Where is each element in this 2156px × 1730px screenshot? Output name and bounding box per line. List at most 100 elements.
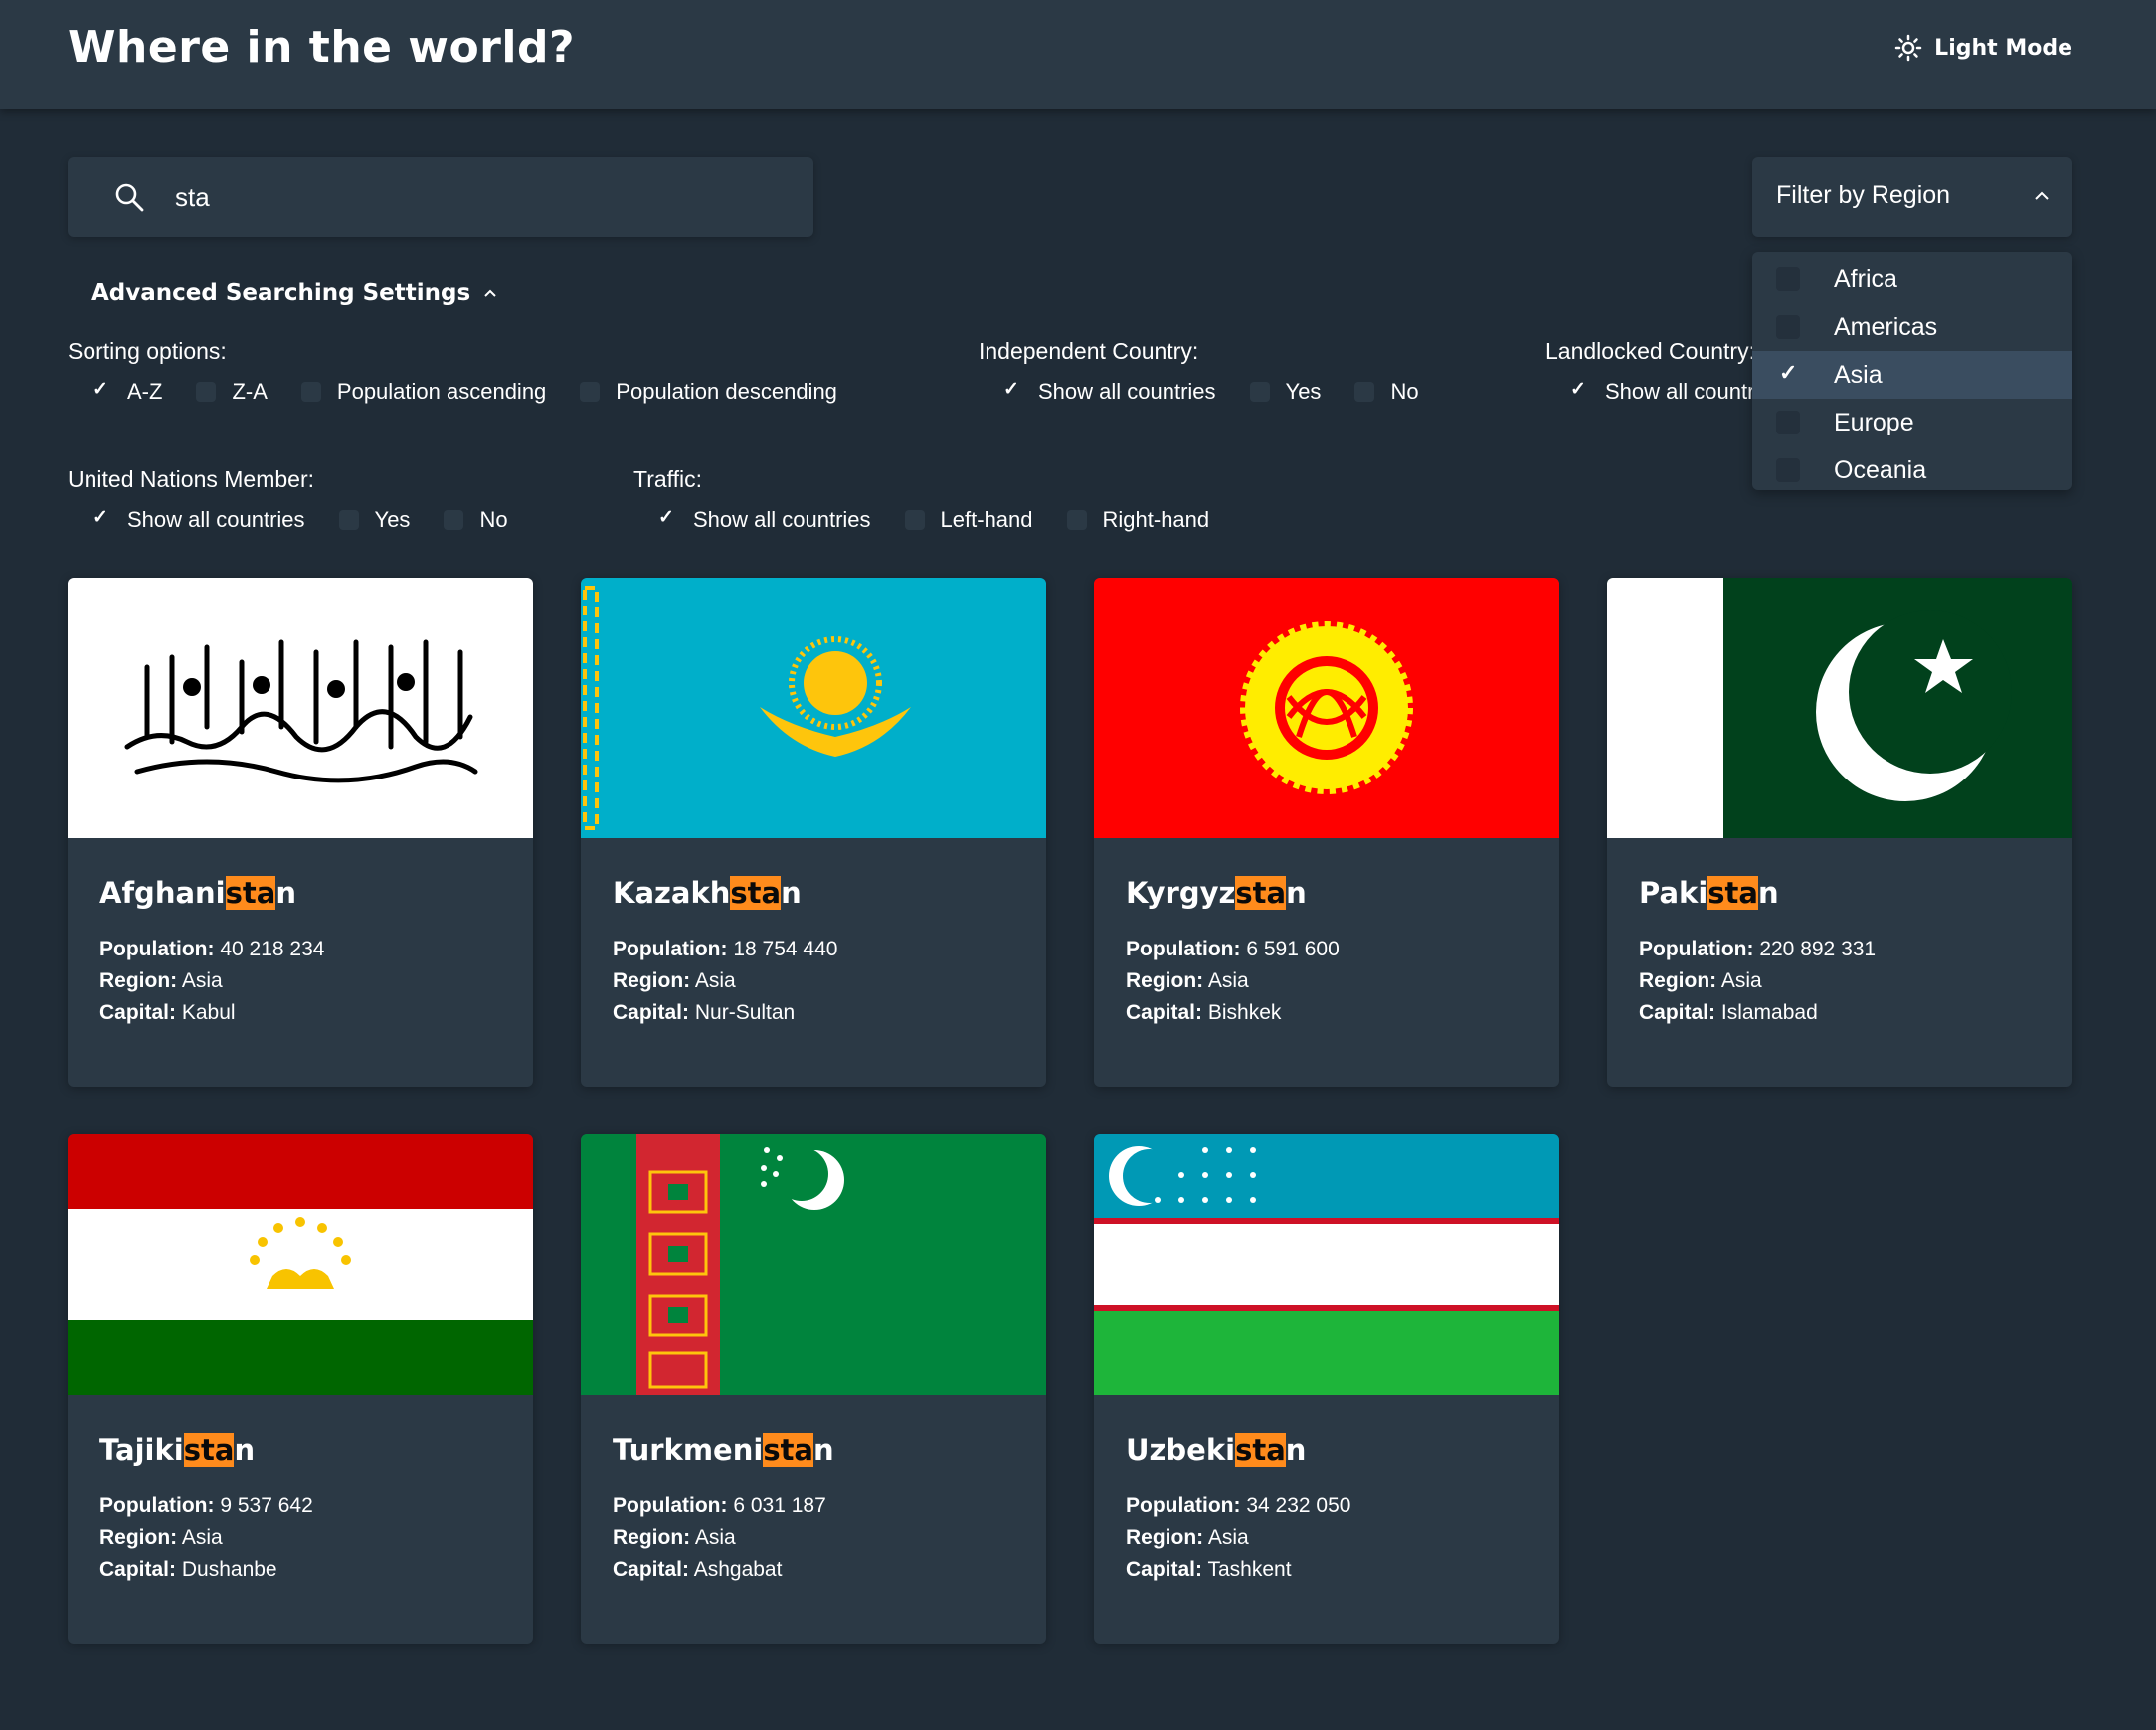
turkmenistan-flag [581, 1134, 1046, 1395]
region-option-africa[interactable]: Africa [1752, 256, 2072, 303]
region-option-label: Africa [1834, 264, 1897, 293]
capital-line: Capital: Islamabad [1639, 1001, 1818, 1024]
option-label: Z-A [232, 379, 268, 404]
check-icon: ✓ [92, 507, 108, 528]
advanced-settings-toggle[interactable]: Advanced Searching Settings [91, 280, 498, 306]
capital-line: Capital: Tashkent [1126, 1558, 1292, 1581]
check-icon: ✓ [1779, 360, 1798, 385]
theme-toggle-label: Light Mode [1934, 35, 2072, 61]
checkbox[interactable]: ✓ [1569, 379, 1589, 402]
independent-option-all[interactable]: ✓ Show all countries [1002, 379, 1216, 405]
region-checkbox[interactable] [1776, 458, 1800, 482]
checkbox[interactable]: ✓ [91, 507, 111, 530]
region-checkbox[interactable] [1776, 411, 1800, 434]
checkbox[interactable] [338, 510, 359, 530]
pakistan-flag [1607, 578, 2072, 838]
region-line: Region: Asia [1126, 969, 1249, 992]
landlocked-option-all[interactable]: ✓ Show all countries [1569, 379, 1752, 405]
option-label: No [479, 507, 508, 532]
sort-option-z-a[interactable]: Z-A [196, 379, 268, 405]
checkbox[interactable] [580, 382, 601, 402]
checkbox[interactable] [444, 510, 464, 530]
option-label: Population ascending [336, 379, 547, 404]
country-card-afghanistan[interactable]: Afghanistan Population: 40 218 234 Regio… [68, 578, 533, 1087]
region-option-label: Europe [1834, 408, 1914, 436]
tajikistan-flag [68, 1134, 533, 1395]
sorting-options-group: Sorting options: ✓ A-Z Z-A Population asc… [68, 338, 871, 405]
region-filter-label: Filter by Region [1776, 181, 1951, 209]
check-icon: ✓ [658, 507, 674, 528]
traffic-option-right[interactable]: Right-hand [1066, 507, 1210, 533]
option-label: Right-hand [1102, 507, 1210, 532]
checkbox[interactable] [300, 382, 321, 402]
country-name: Kazakhstan [613, 876, 802, 910]
independent-option-no[interactable]: No [1354, 379, 1419, 405]
sort-option-a-z[interactable]: ✓ A-Z [91, 379, 162, 405]
search-input[interactable] [175, 173, 772, 221]
traffic-option-left[interactable]: Left-hand [904, 507, 1033, 533]
option-label: Show all countries [127, 507, 305, 532]
country-name: Turkmenistan [613, 1433, 834, 1467]
country-card-kyrgyzstan[interactable]: Kyrgyzstan Population: 6 591 600 Region:… [1094, 578, 1559, 1087]
checkbox[interactable] [1354, 382, 1375, 402]
capital-line: Capital: Nur-Sultan [613, 1001, 796, 1024]
region-filter-select[interactable]: Filter by Region [1752, 157, 2072, 237]
population-line: Population: 220 892 331 [1639, 938, 1877, 960]
population-line: Population: 6 591 600 [1126, 938, 1340, 960]
country-name: Tajikistan [99, 1433, 256, 1467]
checkbox[interactable] [904, 510, 925, 530]
region-dropdown: Africa Americas ✓ Asia Europe Oceania [1752, 252, 2072, 490]
population-line: Population: 9 537 642 [99, 1494, 313, 1517]
un-member-title: United Nations Member: [68, 466, 314, 492]
country-card-turkmenistan[interactable]: Turkmenistan Population: 6 031 187 Regio… [581, 1134, 1046, 1644]
app-header: Where in the world? Light Mode [0, 0, 2156, 109]
chevron-up-icon [2035, 191, 2049, 200]
checkbox[interactable]: ✓ [91, 379, 111, 402]
theme-toggle-button[interactable]: Light Mode [1894, 34, 2072, 62]
region-checkbox[interactable] [1776, 315, 1800, 339]
search-highlight: sta [763, 1433, 814, 1467]
independent-option-yes[interactable]: Yes [1249, 379, 1321, 405]
un-option-yes[interactable]: Yes [338, 507, 410, 533]
country-card-uzbekistan[interactable]: Uzbekistan Population: 34 232 050 Region… [1094, 1134, 1559, 1644]
country-card-kazakhstan[interactable]: Kazakhstan Population: 18 754 440 Region… [581, 578, 1046, 1087]
traffic-group: Traffic: ✓ Show all countries Left-hand R… [633, 466, 1243, 533]
region-option-americas[interactable]: Americas [1752, 303, 2072, 351]
checkbox[interactable] [1249, 382, 1270, 402]
un-option-all[interactable]: ✓ Show all countries [91, 507, 305, 533]
option-label: A-Z [127, 379, 163, 404]
uzbekistan-flag [1094, 1134, 1559, 1395]
search-highlight: sta [1235, 1433, 1286, 1467]
traffic-option-all[interactable]: ✓ Show all countries [657, 507, 871, 533]
checkbox[interactable] [1066, 510, 1087, 530]
option-label: Show all countries [1605, 379, 1752, 404]
search-highlight: sta [1235, 876, 1287, 910]
sort-option-population-desc[interactable]: Population descending [580, 379, 837, 405]
region-option-europe[interactable]: Europe [1752, 399, 2072, 446]
country-card-tajikistan[interactable]: Tajikistan Population: 9 537 642 Region:… [68, 1134, 533, 1644]
capital-line: Capital: Bishkek [1126, 1001, 1282, 1024]
traffic-title: Traffic: [633, 466, 703, 492]
country-card-pakistan[interactable]: Pakistan Population: 220 892 331 Region:… [1607, 578, 2072, 1087]
afghanistan-flag [68, 578, 533, 838]
search-highlight: sta [225, 876, 276, 910]
landlocked-country-group: Landlocked Country: ✓ Show all countries [1545, 338, 1752, 405]
capital-line: Capital: Dushanbe [99, 1558, 277, 1581]
checkbox[interactable]: ✓ [1002, 379, 1022, 402]
region-checkbox[interactable] [1776, 267, 1800, 291]
check-icon: ✓ [1003, 379, 1019, 400]
region-option-asia[interactable]: ✓ Asia [1752, 351, 2072, 399]
country-name: Pakistan [1639, 876, 1779, 910]
kazakhstan-flag [581, 578, 1046, 838]
capital-line: Capital: Ashgabat [613, 1558, 783, 1581]
country-name: Kyrgyzstan [1126, 876, 1307, 910]
sort-option-population-asc[interactable]: Population ascending [300, 379, 547, 405]
un-option-no[interactable]: No [444, 507, 508, 533]
search-box [68, 157, 813, 237]
chevron-up-icon [484, 289, 496, 297]
region-option-oceania[interactable]: Oceania [1752, 446, 2072, 494]
checkbox[interactable]: ✓ [657, 507, 677, 530]
region-checkbox[interactable]: ✓ [1776, 360, 1800, 387]
checkbox[interactable] [196, 382, 217, 402]
region-line: Region: Asia [613, 1526, 736, 1549]
